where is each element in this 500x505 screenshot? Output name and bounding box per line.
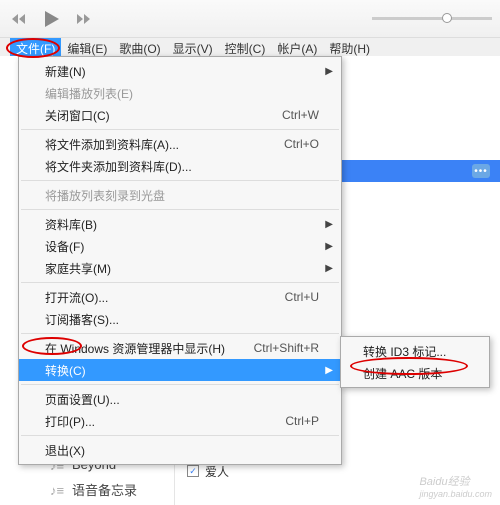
convert-submenu: 转换 ID3 标记... 创建 AAC 版本: [340, 336, 490, 388]
checkbox-icon[interactable]: ✓: [187, 465, 199, 477]
separator: [21, 180, 339, 181]
menu-burn: 将播放列表刻录到光盘: [19, 184, 341, 206]
menu-label: 创建 AAC 版本: [363, 365, 442, 382]
separator: [21, 384, 339, 385]
chevron-right-icon: ▶: [325, 263, 333, 274]
file-dropdown: 新建(N) ▶ 编辑播放列表(E) 关闭窗口(C) Ctrl+W 将文件添加到资料库…: [18, 56, 342, 465]
separator: [21, 282, 339, 283]
menu-label: 打印(P)...: [45, 413, 95, 430]
playlist-label: 语音备忘录: [72, 480, 137, 499]
menu-edit-playlist: 编辑播放列表(E): [19, 82, 341, 104]
menu-convert[interactable]: 转换(C) ▶: [19, 359, 341, 381]
shortcut: Ctrl+P: [285, 414, 319, 428]
watermark-sub: jingyan.baidu.com: [419, 489, 492, 499]
next-icon[interactable]: [72, 8, 94, 30]
chevron-right-icon: ▶: [325, 365, 333, 376]
menu-label: 订阅播客(S)...: [45, 311, 119, 328]
menu-label: 在 Windows 资源管理器中显示(H): [45, 340, 225, 357]
volume-slider[interactable]: [372, 17, 492, 20]
play-icon[interactable]: [36, 4, 66, 34]
menu-label: 关闭窗口(C): [45, 107, 110, 124]
menu-open-stream[interactable]: 打开流(O)... Ctrl+U: [19, 286, 341, 308]
chevron-right-icon: ▶: [325, 66, 333, 77]
menu-label: 转换(C): [45, 362, 86, 379]
chevron-right-icon: ▶: [325, 219, 333, 230]
prev-icon[interactable]: [8, 8, 30, 30]
menu-print[interactable]: 打印(P)... Ctrl+P: [19, 410, 341, 432]
menu-label: 将文件夹添加到资料库(D)...: [45, 158, 192, 175]
player-toolbar: [0, 0, 500, 38]
menu-home-share[interactable]: 家庭共享(M) ▶: [19, 257, 341, 279]
menu-show-explorer[interactable]: 在 Windows 资源管理器中显示(H) Ctrl+Shift+R: [19, 337, 341, 359]
menu-label: 编辑播放列表(E): [45, 85, 133, 102]
menu-bar: 文件(F) 编辑(E) 歌曲(O) 显示(V) 控制(C) 帐户(A) 帮助(H…: [0, 38, 500, 58]
separator: [21, 333, 339, 334]
separator: [21, 435, 339, 436]
shortcut: Ctrl+U: [285, 290, 319, 304]
menu-page-setup[interactable]: 页面设置(U)...: [19, 388, 341, 410]
shortcut: Ctrl+W: [282, 108, 319, 122]
menu-label: 将播放列表刻录到光盘: [45, 187, 165, 204]
watermark: Baidu经验 jingyan.baidu.com: [419, 473, 492, 499]
menu-library[interactable]: 资料库(B) ▶: [19, 213, 341, 235]
menu-add-file[interactable]: 将文件添加到资料库(A)... Ctrl+O: [19, 133, 341, 155]
menu-label: 页面设置(U)...: [45, 391, 120, 408]
menu-label: 转换 ID3 标记...: [363, 343, 446, 360]
shortcut: Ctrl+Shift+R: [254, 341, 319, 355]
chevron-right-icon: ▶: [325, 241, 333, 252]
menu-add-folder[interactable]: 将文件夹添加到资料库(D)...: [19, 155, 341, 177]
menu-label: 打开流(O)...: [45, 289, 108, 306]
menu-new[interactable]: 新建(N) ▶: [19, 60, 341, 82]
menu-label: 退出(X): [45, 442, 85, 459]
separator: [21, 209, 339, 210]
submenu-create-aac[interactable]: 创建 AAC 版本: [341, 362, 489, 384]
playlist-item[interactable]: ♪≡ 语音备忘录: [0, 476, 174, 503]
menu-label: 家庭共享(M): [45, 260, 111, 277]
more-icon[interactable]: •••: [472, 164, 490, 178]
song-title: 爱人: [205, 463, 229, 480]
menu-label: 设备(F): [45, 238, 84, 255]
menu-devices[interactable]: 设备(F) ▶: [19, 235, 341, 257]
watermark-text: Baidu经验: [419, 476, 469, 488]
submenu-convert-id3[interactable]: 转换 ID3 标记...: [341, 340, 489, 362]
separator: [21, 129, 339, 130]
menu-subscribe[interactable]: 订阅播客(S)...: [19, 308, 341, 330]
menu-label: 资料库(B): [45, 216, 97, 233]
shortcut: Ctrl+O: [284, 137, 319, 151]
playlist-icon: ♪≡: [50, 483, 64, 497]
menu-exit[interactable]: 退出(X): [19, 439, 341, 461]
menu-close-window[interactable]: 关闭窗口(C) Ctrl+W: [19, 104, 341, 126]
menu-label: 新建(N): [45, 63, 86, 80]
menu-label: 将文件添加到资料库(A)...: [45, 136, 179, 153]
